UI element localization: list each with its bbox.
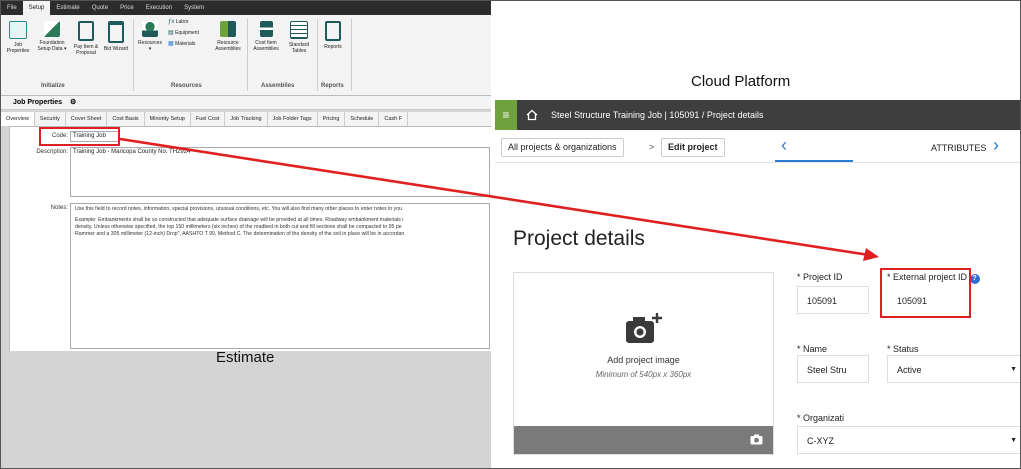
- comparison-screenshot: File Setup Estimate Quote Price Executio…: [0, 0, 1021, 469]
- mapping-arrow: [119, 137, 879, 261]
